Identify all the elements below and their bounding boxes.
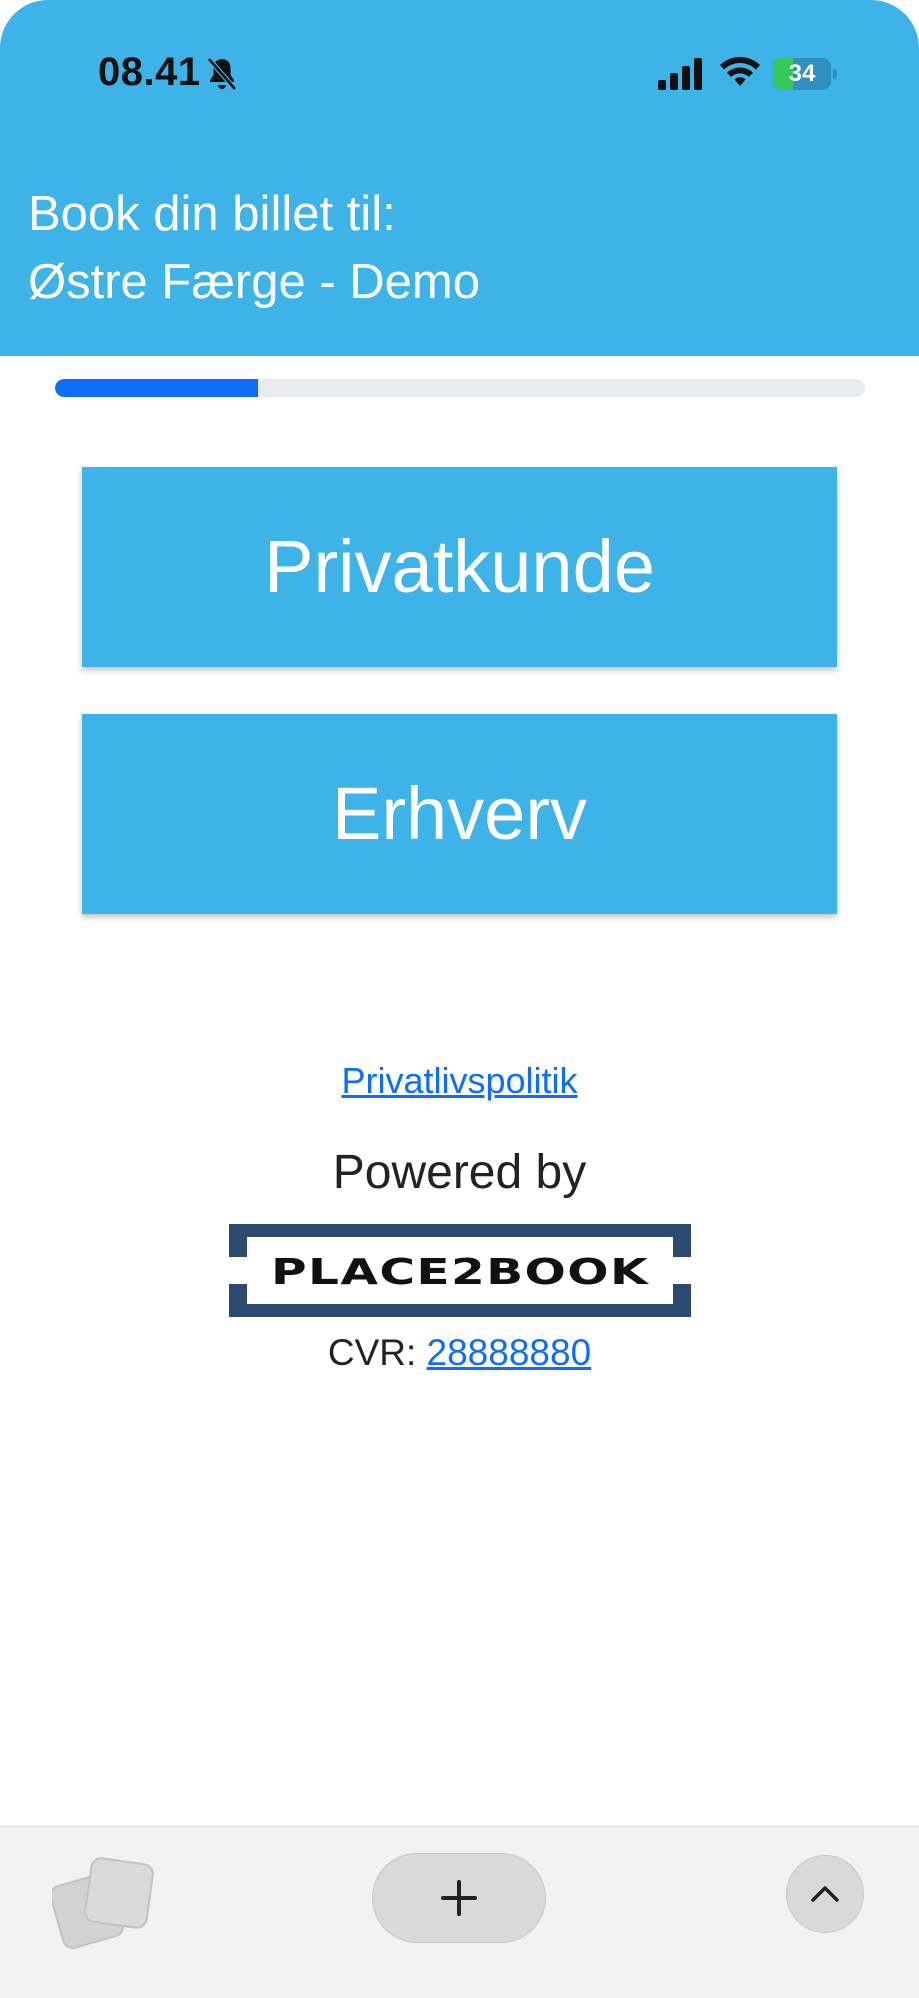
- cvr-line: CVR: 28888880: [0, 1332, 919, 1374]
- chevron-up-icon: [811, 1886, 839, 1902]
- new-tab-button[interactable]: [372, 1853, 546, 1943]
- page-title-line2: Østre Færge - Demo: [28, 255, 480, 309]
- app-screen: 08.41 34 Book din billet til: Østre Færg…: [0, 0, 919, 1998]
- wifi-icon: [720, 57, 760, 86]
- browser-toolbar: [0, 1826, 919, 1998]
- battery-charging-icon: 34: [773, 58, 837, 90]
- page-title-line1: Book din billet til:: [28, 187, 396, 241]
- scroll-up-button[interactable]: [786, 1855, 864, 1933]
- private-customer-button[interactable]: Privatkunde: [82, 467, 837, 667]
- page-title: Book din billet til: Østre Færge - Demo: [28, 180, 480, 316]
- progress-bar: [55, 379, 865, 397]
- logo-text: PLACE2BOOK: [271, 1252, 649, 1293]
- cvr-number-link[interactable]: 28888880: [427, 1332, 592, 1373]
- tabs-icon[interactable]: [52, 1847, 162, 1957]
- status-time: 08.41: [98, 50, 201, 94]
- privacy-link-container: Privatlivspolitik: [0, 1060, 919, 1102]
- plus-icon: [441, 1880, 477, 1916]
- business-customer-button[interactable]: Erhverv: [82, 714, 837, 914]
- bell-off-icon: [207, 57, 237, 91]
- signal-icon: [658, 58, 702, 90]
- place2book-logo: PLACE2BOOK: [229, 1224, 691, 1317]
- privacy-policy-link[interactable]: Privatlivspolitik: [341, 1060, 577, 1101]
- progress-bar-fill: [55, 379, 258, 397]
- header: 08.41 34 Book din billet til: Østre Færg…: [0, 0, 919, 356]
- battery-percent: 34: [788, 60, 816, 87]
- powered-by-text: Powered by: [332, 1146, 587, 1199]
- cvr-label: CVR:: [327, 1332, 417, 1373]
- status-bar: 08.41 34: [0, 0, 919, 150]
